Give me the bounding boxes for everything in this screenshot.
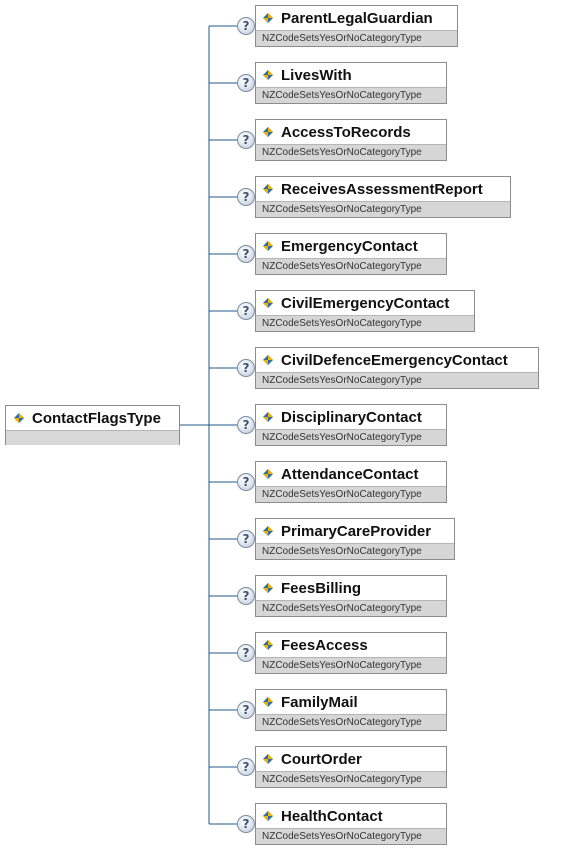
- element-icon: [261, 11, 275, 25]
- element-box[interactable]: FeesAccess NZCodeSetsYesOrNoCategoryType: [255, 632, 447, 674]
- optional-marker-icon: ?: [237, 587, 255, 605]
- element-icon: [261, 125, 275, 139]
- element-title-row: CivilEmergencyContact: [256, 291, 474, 315]
- optional-marker-icon: ?: [237, 302, 255, 320]
- element-type: NZCodeSetsYesOrNoCategoryType: [256, 600, 446, 616]
- element-name: ParentLegalGuardian: [281, 9, 433, 27]
- element-icon: [261, 581, 275, 595]
- element-title-row: FamilyMail: [256, 690, 446, 714]
- element-icon: [261, 239, 275, 253]
- element-type: NZCodeSetsYesOrNoCategoryType: [256, 486, 446, 502]
- element-name: FeesAccess: [281, 636, 368, 654]
- element-title-row: LivesWith: [256, 63, 446, 87]
- element-name: CivilEmergencyContact: [281, 294, 450, 312]
- element-icon: [261, 809, 275, 823]
- root-type-box[interactable]: ContactFlagsType: [5, 405, 180, 445]
- element-type: NZCodeSetsYesOrNoCategoryType: [256, 87, 446, 103]
- element-type: NZCodeSetsYesOrNoCategoryType: [256, 657, 446, 673]
- element-title-row: FeesBilling: [256, 576, 446, 600]
- element-icon: [261, 524, 275, 538]
- element-title-row: FeesAccess: [256, 633, 446, 657]
- element-icon: [261, 182, 275, 196]
- element-box[interactable]: CourtOrder NZCodeSetsYesOrNoCategoryType: [255, 746, 447, 788]
- element-box[interactable]: CivilEmergencyContact NZCodeSetsYesOrNoCa…: [255, 290, 475, 332]
- element-box[interactable]: AccessToRecords NZCodeSetsYesOrNoCategory…: [255, 119, 447, 161]
- element-box[interactable]: ParentLegalGuardian NZCodeSetsYesOrNoCate…: [255, 5, 458, 47]
- element-title-row: CivilDefenceEmergencyContact: [256, 348, 538, 372]
- element-box[interactable]: DisciplinaryContact NZCodeSetsYesOrNoCate…: [255, 404, 447, 446]
- element-type: NZCodeSetsYesOrNoCategoryType: [256, 144, 446, 160]
- element-title-row: DisciplinaryContact: [256, 405, 446, 429]
- element-box[interactable]: LivesWith NZCodeSetsYesOrNoCategoryType: [255, 62, 447, 104]
- optional-marker-icon: ?: [237, 131, 255, 149]
- optional-marker-icon: ?: [237, 815, 255, 833]
- element-type: NZCodeSetsYesOrNoCategoryType: [256, 543, 454, 559]
- element-name: DisciplinaryContact: [281, 408, 422, 426]
- element-name: FamilyMail: [281, 693, 358, 711]
- element-title-row: EmergencyContact: [256, 234, 446, 258]
- element-name: HealthContact: [281, 807, 383, 825]
- optional-marker-icon: ?: [237, 701, 255, 719]
- element-type: NZCodeSetsYesOrNoCategoryType: [256, 258, 446, 274]
- element-title-row: HealthContact: [256, 804, 446, 828]
- element-type: NZCodeSetsYesOrNoCategoryType: [256, 30, 457, 46]
- element-title-row: ReceivesAssessmentReport: [256, 177, 510, 201]
- element-icon: [261, 296, 275, 310]
- element-name: LivesWith: [281, 66, 352, 84]
- element-icon: [261, 695, 275, 709]
- element-title-row: PrimaryCareProvider: [256, 519, 454, 543]
- element-box[interactable]: FeesBilling NZCodeSetsYesOrNoCategoryType: [255, 575, 447, 617]
- element-box[interactable]: HealthContact NZCodeSetsYesOrNoCategoryTy…: [255, 803, 447, 845]
- element-name: EmergencyContact: [281, 237, 418, 255]
- element-name: AccessToRecords: [281, 123, 411, 141]
- optional-marker-icon: ?: [237, 359, 255, 377]
- element-type: NZCodeSetsYesOrNoCategoryType: [256, 315, 474, 331]
- optional-marker-icon: ?: [237, 245, 255, 263]
- element-type: NZCodeSetsYesOrNoCategoryType: [256, 429, 446, 445]
- element-type: NZCodeSetsYesOrNoCategoryType: [256, 714, 446, 730]
- element-type: NZCodeSetsYesOrNoCategoryType: [256, 828, 446, 844]
- element-type: NZCodeSetsYesOrNoCategoryType: [256, 771, 446, 787]
- optional-marker-icon: ?: [237, 473, 255, 491]
- root-type-name: ContactFlagsType: [32, 409, 161, 427]
- element-icon: [261, 410, 275, 424]
- element-icon: [261, 467, 275, 481]
- root-title-row: ContactFlagsType: [6, 406, 179, 431]
- element-icon: [261, 68, 275, 82]
- element-name: PrimaryCareProvider: [281, 522, 432, 540]
- element-title-row: AttendanceContact: [256, 462, 446, 486]
- optional-marker-icon: ?: [237, 758, 255, 776]
- element-icon: [261, 752, 275, 766]
- optional-marker-icon: ?: [237, 530, 255, 548]
- complex-type-icon: [12, 411, 26, 425]
- element-name: AttendanceContact: [281, 465, 419, 483]
- element-box[interactable]: PrimaryCareProvider NZCodeSetsYesOrNoCate…: [255, 518, 455, 560]
- element-name: CourtOrder: [281, 750, 362, 768]
- element-icon: [261, 638, 275, 652]
- element-type: NZCodeSetsYesOrNoCategoryType: [256, 372, 538, 388]
- element-box[interactable]: AttendanceContact NZCodeSetsYesOrNoCatego…: [255, 461, 447, 503]
- element-title-row: AccessToRecords: [256, 120, 446, 144]
- element-icon: [261, 353, 275, 367]
- root-type-strip: [6, 431, 179, 445]
- optional-marker-icon: ?: [237, 188, 255, 206]
- optional-marker-icon: ?: [237, 416, 255, 434]
- element-box[interactable]: ReceivesAssessmentReport NZCodeSetsYesOrN…: [255, 176, 511, 218]
- element-box[interactable]: EmergencyContact NZCodeSetsYesOrNoCategor…: [255, 233, 447, 275]
- element-title-row: ParentLegalGuardian: [256, 6, 457, 30]
- optional-marker-icon: ?: [237, 644, 255, 662]
- optional-marker-icon: ?: [237, 74, 255, 92]
- element-box[interactable]: CivilDefenceEmergencyContact NZCodeSetsYe…: [255, 347, 539, 389]
- element-name: FeesBilling: [281, 579, 362, 597]
- element-title-row: CourtOrder: [256, 747, 446, 771]
- element-box[interactable]: FamilyMail NZCodeSetsYesOrNoCategoryType: [255, 689, 447, 731]
- element-name: CivilDefenceEmergencyContact: [281, 351, 508, 369]
- element-type: NZCodeSetsYesOrNoCategoryType: [256, 201, 510, 217]
- optional-marker-icon: ?: [237, 17, 255, 35]
- element-name: ReceivesAssessmentReport: [281, 180, 483, 198]
